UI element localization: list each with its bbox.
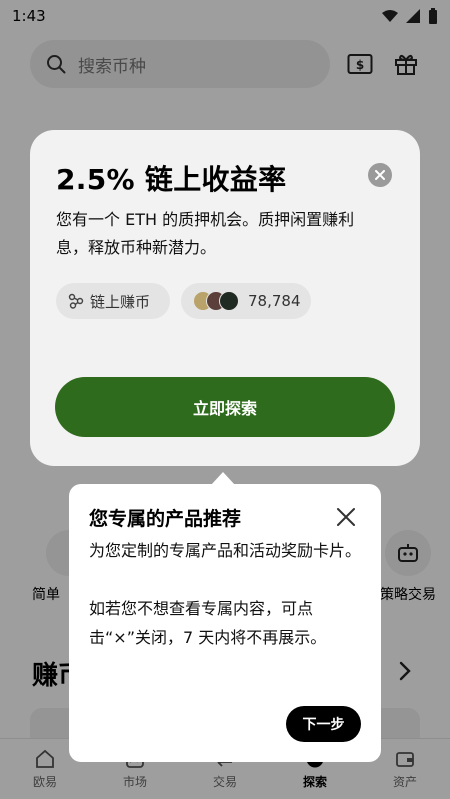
onchain-earn-chip: 链上赚币 <box>56 283 170 319</box>
avatar <box>219 291 239 311</box>
promo-title: 2.5% 链上收益率 <box>56 163 287 196</box>
promo-description: 您有一个 ETH 的质押机会。质押闲置赚利息，释放币种新潜力。 <box>56 210 355 257</box>
explore-now-button[interactable]: 立即探索 <box>55 377 395 437</box>
tooltip-body: 为您定制的专属产品和活动奖励卡片。 如若您不想查看专属内容，可点击“×”关闭，7… <box>89 536 361 681</box>
onboarding-tooltip: 您专属的产品推荐 为您定制的专属产品和活动奖励卡片。 如若您不想查看专属内容，可… <box>69 484 381 762</box>
tooltip-paragraph: 如若您不想查看专属内容，可点击“×”关闭，7 天内将不再展示。 <box>89 599 327 647</box>
participants-count: 78,784 <box>248 292 301 310</box>
participant-avatars <box>193 291 239 311</box>
next-step-button[interactable]: 下一步 <box>286 706 361 742</box>
tooltip-paragraph: 为您定制的专属产品和活动奖励卡片。 <box>89 541 362 560</box>
promo-close-button[interactable] <box>368 163 392 187</box>
tooltip-title: 您专属的产品推荐 <box>89 508 242 530</box>
onchain-earn-label: 链上赚币 <box>90 292 151 311</box>
promo-card[interactable]: 2.5% 链上收益率 您有一个 ETH 的质押机会。质押闲置赚利息，释放币种新潜… <box>30 130 420 466</box>
close-icon <box>375 170 385 180</box>
nodes-icon <box>68 293 84 309</box>
participants-chip: 78,784 <box>181 283 311 319</box>
close-icon[interactable] <box>335 506 357 528</box>
